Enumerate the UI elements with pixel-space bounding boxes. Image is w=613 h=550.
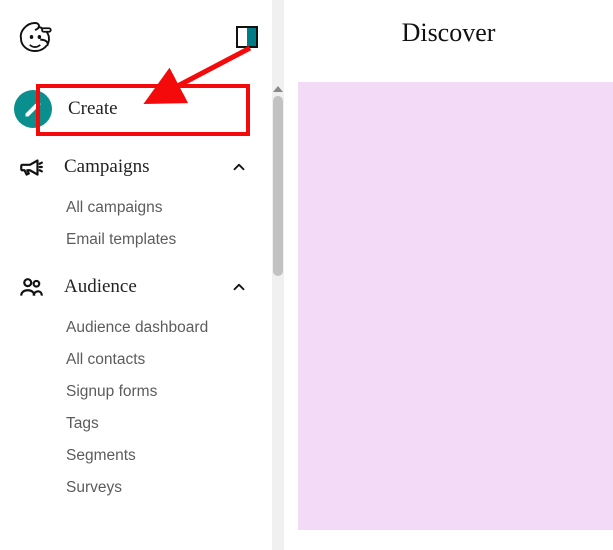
content-panel (298, 82, 613, 530)
create-button[interactable]: Create (0, 82, 272, 136)
audience-label: Audience (64, 276, 214, 298)
sidebar-section-audience[interactable]: Audience (0, 262, 272, 312)
pencil-icon (14, 90, 52, 128)
mailchimp-logo-icon (14, 16, 56, 58)
sidebar-item-segments[interactable]: Segments (0, 440, 272, 472)
sidebar-nav: Create Campaigns All campaigns Email tem… (0, 64, 272, 504)
sidebar-scrollbar[interactable] (272, 0, 284, 550)
scrollbar-up-arrow-icon[interactable] (273, 86, 283, 92)
sidebar-item-surveys[interactable]: Surveys (0, 472, 272, 504)
panel-toggle-icon[interactable] (236, 26, 258, 48)
page-title: Discover (284, 0, 613, 48)
sidebar-item-all-campaigns[interactable]: All campaigns (0, 192, 272, 224)
campaigns-label: Campaigns (64, 156, 214, 178)
megaphone-icon (14, 150, 48, 184)
sidebar-item-email-templates[interactable]: Email templates (0, 224, 272, 256)
scrollbar-thumb[interactable] (273, 96, 283, 276)
chevron-up-icon (230, 158, 248, 176)
logo-row (0, 0, 272, 64)
sidebar: Create Campaigns All campaigns Email tem… (0, 0, 272, 550)
sidebar-item-tags[interactable]: Tags (0, 408, 272, 440)
main-content: Discover (284, 0, 613, 550)
sidebar-section-campaigns[interactable]: Campaigns (0, 142, 272, 192)
sidebar-item-all-contacts[interactable]: All contacts (0, 344, 272, 376)
create-label: Create (68, 98, 258, 120)
sidebar-item-signup-forms[interactable]: Signup forms (0, 376, 272, 408)
chevron-up-icon (230, 278, 248, 296)
people-icon (14, 270, 48, 304)
sidebar-item-audience-dashboard[interactable]: Audience dashboard (0, 312, 272, 344)
